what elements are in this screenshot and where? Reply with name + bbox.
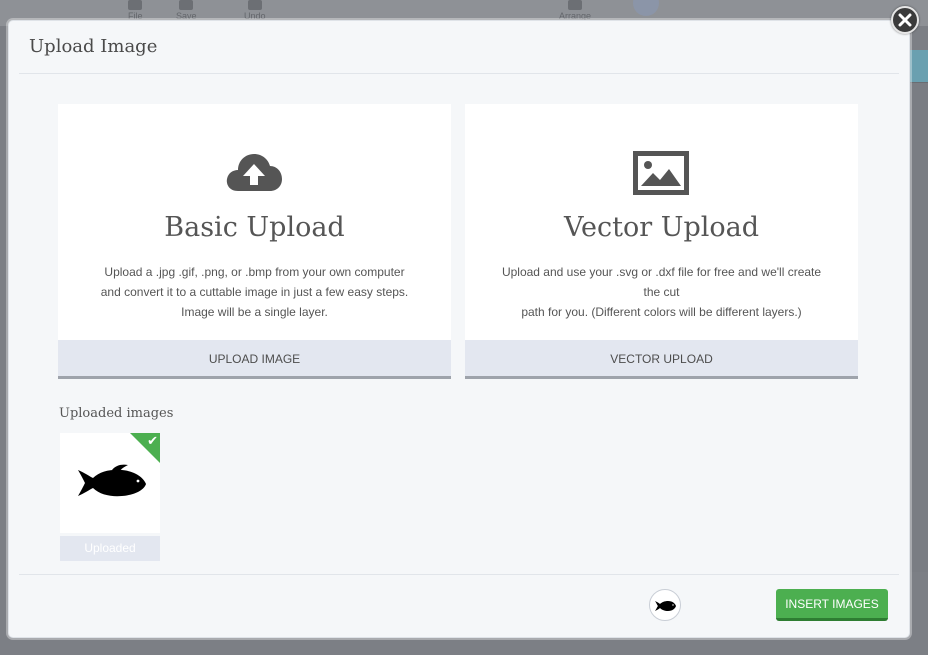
image-icon	[633, 151, 689, 195]
basic-upload-card: Basic Upload Upload a .jpg .gif, .png, o…	[58, 104, 451, 379]
background-undo-button: Undo	[244, 0, 266, 21]
upload-image-button[interactable]: UPLOAD IMAGE	[58, 340, 451, 379]
uploaded-image-thumbnail[interactable]: ✔	[60, 433, 160, 533]
vector-upload-card: Vector Upload Upload and use your .svg o…	[465, 104, 858, 379]
background-save-button: Save	[176, 0, 197, 21]
selected-image-preview[interactable]	[649, 589, 681, 621]
insert-images-button[interactable]: INSERT IMAGES	[776, 589, 888, 621]
vector-upload-description-line: Upload and use your .svg or .dxf file fo…	[501, 265, 822, 299]
vector-upload-description-line: path for you. (Different colors will be …	[521, 305, 802, 319]
uploaded-image-item[interactable]: ✔ Uploaded	[60, 433, 160, 561]
check-icon: ✔	[147, 434, 158, 449]
fish-icon	[655, 601, 676, 611]
basic-upload-description-line: Upload a .jpg .gif, .png, or .bmp from y…	[104, 265, 405, 279]
upload-image-modal: Upload Image Basic Upload Upload a .jpg …	[8, 20, 910, 638]
vector-upload-title: Vector Upload	[563, 212, 760, 243]
basic-upload-title: Basic Upload	[164, 212, 345, 243]
background-file-button: File	[128, 0, 143, 21]
modal-title: Upload Image	[29, 36, 158, 57]
uploaded-image-label: Uploaded	[60, 536, 160, 561]
undo-icon	[247, 0, 262, 10]
close-icon	[898, 13, 912, 27]
arrange-icon	[568, 0, 583, 10]
uploaded-images-heading: Uploaded images	[59, 406, 174, 421]
background-arrange-button: Arrange	[559, 0, 591, 21]
modal-header: Upload Image	[19, 21, 899, 74]
file-icon	[128, 0, 143, 10]
close-button[interactable]	[891, 6, 919, 34]
basic-upload-description: Upload a .jpg .gif, .png, or .bmp from y…	[88, 262, 421, 322]
cloud-upload-icon	[226, 154, 282, 191]
vector-upload-button[interactable]: VECTOR UPLOAD	[465, 340, 858, 379]
basic-upload-description-line: Image will be a single layer.	[181, 305, 328, 319]
vector-upload-description: Upload and use your .svg or .dxf file fo…	[495, 262, 828, 322]
save-icon	[179, 0, 194, 10]
basic-upload-description-line: and convert it to a cuttable image in ju…	[100, 285, 409, 299]
background-avatar	[633, 0, 659, 16]
modal-footer-divider	[19, 574, 899, 575]
